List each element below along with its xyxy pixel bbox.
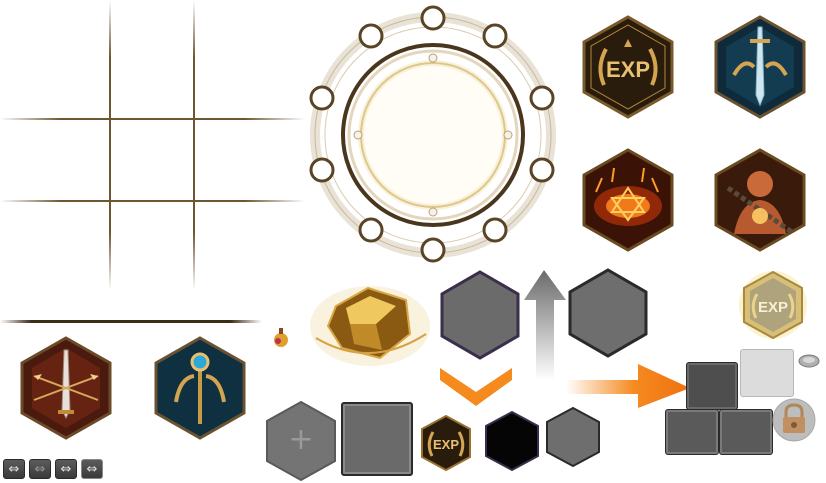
add-slot-button[interactable]: +	[265, 400, 337, 482]
exp-glow-icon: EXP	[739, 270, 807, 340]
square-slot-light[interactable]	[740, 349, 794, 397]
chained-warrior-icon	[714, 148, 806, 252]
swap-button-2[interactable]: ⇔	[29, 459, 51, 479]
square-slot-dark-1[interactable]	[686, 362, 738, 410]
square-slot-dark-2[interactable]	[665, 409, 719, 455]
gray-hex-slot-1	[440, 270, 520, 360]
swap-button-4[interactable]: ⇔	[81, 459, 103, 479]
coin-icon	[798, 354, 820, 368]
exp-badge-icon: EXP	[582, 15, 674, 119]
gold-crystal-icon	[310, 286, 430, 366]
grid-hline-2	[0, 200, 305, 202]
plus-icon: +	[288, 422, 314, 457]
chevron-down-icon	[440, 368, 512, 406]
gray-hex-slot-small	[546, 406, 600, 468]
exp-small-icon: EXP	[421, 414, 471, 472]
potion-icon	[274, 328, 288, 347]
grid-vline-1	[109, 0, 111, 290]
exp-badge-label: EXP	[606, 57, 650, 82]
lock-icon	[772, 398, 816, 442]
gray-hex-slot-2	[568, 268, 648, 358]
sword-skill-icon	[714, 15, 806, 119]
grid-hline-1	[0, 118, 305, 120]
exp-small-label: EXP	[433, 437, 459, 452]
ring-frame-icon	[309, 5, 556, 263]
swap-button-1[interactable]: ⇔	[3, 459, 25, 479]
fire-rune-icon	[582, 148, 674, 252]
orange-arrow-right-icon	[566, 364, 690, 408]
arrow-dagger-icon	[20, 336, 112, 440]
square-slot-large[interactable]	[341, 402, 413, 476]
grid-vline-2	[193, 0, 195, 290]
swap-button-3[interactable]: ⇔	[55, 459, 77, 479]
gray-arrow-icon	[524, 270, 566, 380]
square-slot-dark-3[interactable]	[719, 409, 773, 455]
exp-glow-label: EXP	[758, 299, 788, 316]
black-hex-slot	[485, 410, 539, 472]
divider-bar	[0, 320, 262, 323]
staff-skill-icon	[154, 336, 246, 440]
